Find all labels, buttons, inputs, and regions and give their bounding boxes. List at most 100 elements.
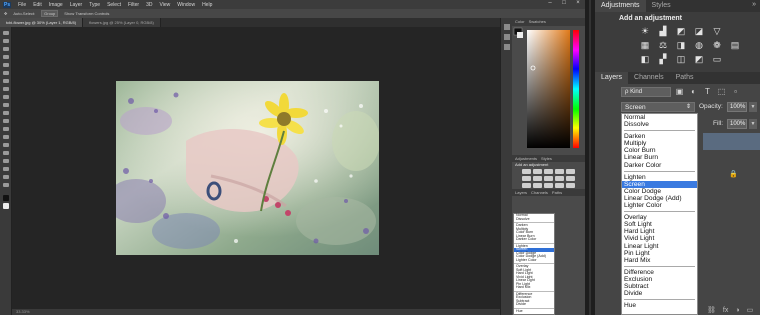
healing-tool-icon[interactable]	[3, 79, 9, 83]
brush-tool-icon[interactable]	[3, 87, 9, 91]
new-group-icon[interactable]: ▭	[747, 306, 754, 314]
tab-swatches[interactable]: Swatches	[529, 18, 546, 26]
history-panel-icon[interactable]	[504, 24, 510, 30]
pixel-filter-icon[interactable]: ▣	[675, 87, 684, 96]
selected-layer-row[interactable]	[703, 133, 760, 150]
eyedropper-tool-icon[interactable]	[3, 71, 9, 75]
photo-filter-icon[interactable]: ◍	[693, 40, 705, 50]
menu-image[interactable]: Image	[49, 2, 63, 8]
adjustment-icon[interactable]	[566, 183, 575, 188]
document-tab[interactable]: flowers.jpg @ 25% (Layer 0, RGB/8)	[83, 18, 161, 27]
blend-option[interactable]: Pin Light	[622, 250, 697, 257]
tab-adjustments[interactable]: Adjustments	[595, 0, 646, 12]
adjustment-icon[interactable]	[555, 183, 564, 188]
layer-style-icon[interactable]: fx	[723, 307, 728, 314]
show-transform-checkbox[interactable]: Show Transform Controls	[64, 11, 109, 16]
color-picker[interactable]	[512, 26, 585, 153]
tab-layers[interactable]: Layers	[595, 72, 629, 84]
blend-option[interactable]: Normal	[622, 114, 697, 121]
mini-blend-option[interactable]: Dissolve	[514, 217, 554, 222]
foreground-color-swatch[interactable]	[3, 195, 9, 201]
color-lookup-icon[interactable]: ▤	[729, 40, 741, 50]
blend-option[interactable]: Lighten	[622, 174, 697, 181]
tab-styles[interactable]: Styles	[646, 0, 677, 12]
fill-field[interactable]: 100%	[727, 119, 747, 129]
panel-menu-icon[interactable]: »	[752, 1, 756, 8]
close-button[interactable]: ×	[571, 0, 585, 9]
tab-adjustments[interactable]: Adjustments	[515, 155, 537, 162]
blend-option[interactable]: Linear Dodge (Add)	[622, 195, 697, 202]
vibrance-icon[interactable]: ▽	[711, 26, 723, 36]
selective-color-icon[interactable]: ◩	[693, 54, 705, 64]
tab-styles[interactable]: Styles	[541, 155, 552, 162]
hue-saturation-icon[interactable]: ▦	[639, 40, 651, 50]
document-image[interactable]	[116, 81, 379, 255]
tab-layers[interactable]: Layers	[515, 189, 527, 196]
blend-option[interactable]: Hard Light	[622, 228, 697, 235]
menu-filter[interactable]: Filter	[128, 2, 139, 8]
posterize-icon[interactable]: ▞	[657, 54, 669, 64]
blend-option[interactable]: Darken	[622, 133, 697, 140]
channel-mixer-icon[interactable]: ❁	[711, 40, 723, 50]
blend-option[interactable]: Subtract	[622, 283, 697, 290]
document-tab-active[interactable]: tcbi-flower.jpg @ 30% (Layer 1, RGB/8)	[0, 18, 84, 27]
path-select-tool-icon[interactable]	[3, 159, 9, 163]
blend-option[interactable]: Vivid Light	[622, 235, 697, 242]
adjustment-icon[interactable]	[533, 183, 542, 188]
black-white-icon[interactable]: ◨	[675, 40, 687, 50]
adjustment-icon[interactable]	[566, 169, 575, 174]
color-balance-icon[interactable]: ⚖	[657, 40, 669, 50]
blend-mode-select[interactable]: Screen ⇕	[621, 102, 695, 112]
blend-option[interactable]: Exclusion	[622, 276, 697, 283]
adjustment-icon[interactable]	[566, 176, 575, 181]
hand-tool-icon[interactable]	[3, 175, 9, 179]
blend-option[interactable]: Hard Mix	[622, 257, 697, 264]
link-layers-icon[interactable]: ⛓	[707, 306, 716, 314]
maximize-button[interactable]: □	[557, 0, 571, 9]
blend-option[interactable]: Overlay	[622, 214, 697, 221]
blend-option[interactable]: Lighter Color	[622, 202, 697, 209]
adjustment-icon[interactable]	[533, 176, 542, 181]
pen-tool-icon[interactable]	[3, 143, 9, 147]
blend-option[interactable]: Darker Color	[622, 162, 697, 169]
mini-blend-option[interactable]: Lighter Color	[514, 258, 554, 263]
curves-icon[interactable]: ◩	[675, 26, 687, 36]
gradient-tool-icon[interactable]	[3, 119, 9, 123]
blend-option[interactable]: Linear Burn	[622, 154, 697, 161]
properties-panel-icon[interactable]	[504, 34, 510, 40]
adjustment-icon[interactable]	[555, 169, 564, 174]
invert-icon[interactable]: ◧	[639, 54, 651, 64]
tab-paths[interactable]: Paths	[552, 189, 562, 196]
crop-tool-icon[interactable]	[3, 63, 9, 67]
threshold-icon[interactable]: ◫	[675, 54, 687, 64]
blend-option[interactable]: Hue	[622, 302, 697, 309]
eraser-tool-icon[interactable]	[3, 111, 9, 115]
brightness-contrast-icon[interactable]: ☀	[639, 26, 651, 36]
blend-option[interactable]: Screen	[622, 180, 697, 188]
opacity-field[interactable]: 100%	[727, 102, 747, 112]
menu-view[interactable]: View	[160, 2, 171, 8]
exposure-icon[interactable]: ◪	[693, 26, 705, 36]
kind-filter-dropdown[interactable]: ρ Kind	[621, 87, 671, 97]
blend-option[interactable]: Difference	[622, 269, 697, 276]
type-filter-icon[interactable]: T	[703, 87, 712, 96]
mini-blend-option[interactable]: Divide	[514, 302, 554, 307]
blend-option[interactable]: Linear Light	[622, 243, 697, 250]
stamp-tool-icon[interactable]	[3, 95, 9, 99]
adjustment-icon[interactable]	[544, 176, 553, 181]
dodge-tool-icon[interactable]	[3, 135, 9, 139]
zoom-tool-icon[interactable]	[3, 183, 9, 187]
character-panel-icon[interactable]	[504, 44, 510, 50]
quick-select-tool-icon[interactable]	[3, 55, 9, 59]
adjustment-icon[interactable]	[522, 176, 531, 181]
lasso-tool-icon[interactable]	[3, 47, 9, 51]
minimize-button[interactable]: –	[543, 0, 557, 9]
blend-option[interactable]: Divide	[622, 290, 697, 297]
menu-window[interactable]: Window	[177, 2, 195, 8]
blend-option[interactable]: Color Burn	[622, 147, 697, 154]
blend-option[interactable]: Dissolve	[622, 121, 697, 128]
opacity-dropdown-icon[interactable]: ▼	[749, 102, 757, 112]
gradient-map-icon[interactable]: ▭	[711, 54, 723, 64]
tab-paths[interactable]: Paths	[670, 72, 700, 84]
menu-help[interactable]: Help	[202, 2, 212, 8]
